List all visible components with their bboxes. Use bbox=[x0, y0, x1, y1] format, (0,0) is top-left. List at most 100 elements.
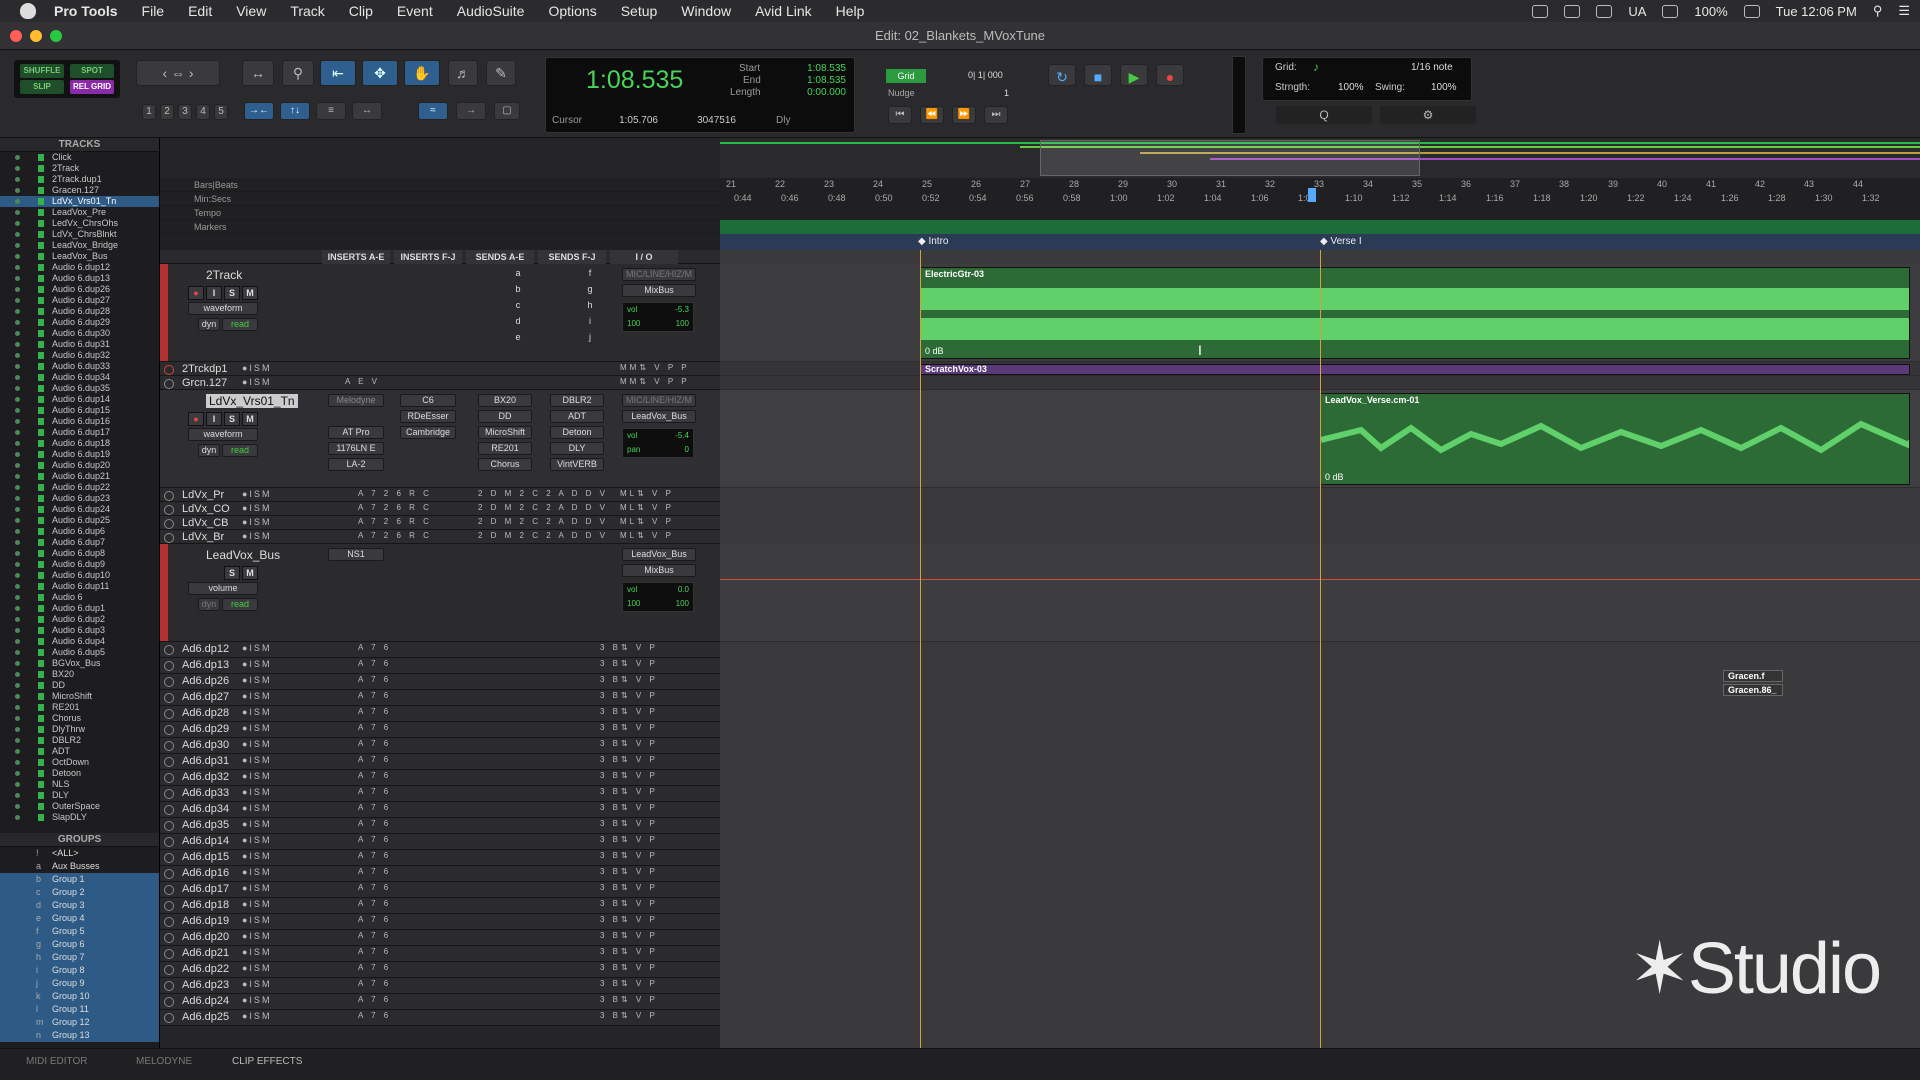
track-visibility-dot[interactable] bbox=[15, 254, 20, 259]
track-visibility-dot[interactable] bbox=[15, 441, 20, 446]
track-inserts[interactable]: A 7 6 bbox=[358, 675, 391, 684]
track-list-item[interactable]: Chorus bbox=[0, 713, 159, 724]
track-list-item[interactable]: 2Track.dup1 bbox=[0, 174, 159, 185]
track-row[interactable]: Ad6.dp18 ●ISM A 7 6 3 B⇅ V P bbox=[160, 898, 720, 914]
screen-icon[interactable] bbox=[1564, 4, 1581, 18]
send-g[interactable]: ADT bbox=[550, 410, 604, 423]
track-record-icon[interactable] bbox=[164, 1013, 174, 1023]
track-visibility-dot[interactable] bbox=[15, 749, 20, 754]
dropbox-icon[interactable] bbox=[1596, 4, 1613, 18]
marker-verse-1[interactable]: ◆ Verse I bbox=[1320, 236, 1362, 247]
track-row[interactable]: Ad6.dp21 ●ISM A 7 6 3 B⇅ V P bbox=[160, 946, 720, 962]
track-list-item[interactable]: Audio 6.dup11 bbox=[0, 581, 159, 592]
pan-left-value[interactable]: 100 bbox=[627, 319, 640, 328]
track-visibility-dot[interactable] bbox=[15, 606, 20, 611]
track-list-item[interactable]: Audio 6.dup3 bbox=[0, 625, 159, 636]
track-record-icon[interactable] bbox=[164, 805, 174, 815]
pan-right-value[interactable]: 100 bbox=[676, 319, 689, 328]
main-counter[interactable]: 1:08.535 bbox=[586, 66, 683, 95]
track-row[interactable]: Ad6.dp25 ●ISM A 7 6 3 B⇅ V P bbox=[160, 1010, 720, 1026]
mute-button[interactable]: M bbox=[242, 286, 258, 300]
track-flags[interactable]: ●ISM bbox=[242, 819, 271, 829]
col-io[interactable]: I / O bbox=[610, 250, 678, 264]
input-monitor-button[interactable]: I bbox=[206, 412, 222, 426]
start-value[interactable]: 1:08.535 bbox=[786, 63, 846, 74]
input-selector[interactable]: MIC/LINE/HIZ/M bbox=[622, 394, 696, 407]
send-j[interactable]: VintVERB bbox=[550, 458, 604, 471]
track-name[interactable]: LdVx_CB bbox=[182, 517, 228, 529]
track-record-icon[interactable] bbox=[164, 773, 174, 783]
trim-tool-icon[interactable]: ⇤ bbox=[320, 60, 356, 86]
track-list-item[interactable]: Audio 6.dup29 bbox=[0, 317, 159, 328]
insert-a[interactable]: NS1 bbox=[328, 548, 384, 561]
track-visibility-dot[interactable] bbox=[15, 562, 20, 567]
track-list-item[interactable]: Click bbox=[0, 152, 159, 163]
track-visibility-dot[interactable] bbox=[15, 705, 20, 710]
markers-ruler[interactable]: ◆ Intro ◆ Verse I bbox=[720, 234, 1920, 250]
track-row[interactable]: Ad6.dp30 ●ISM A 7 6 3 B⇅ V P bbox=[160, 738, 720, 754]
track-row[interactable]: Ad6.dp23 ●ISM A 7 6 3 B⇅ V P bbox=[160, 978, 720, 994]
track-row[interactable]: LdVx_CB ●ISM A 7 2 6 R C 2 D M 2 C 2 A D D … bbox=[160, 516, 720, 530]
track-record-icon[interactable] bbox=[164, 533, 174, 543]
track-visibility-dot[interactable] bbox=[15, 804, 20, 809]
track-record-icon[interactable] bbox=[164, 661, 174, 671]
track-record-icon[interactable] bbox=[164, 949, 174, 959]
send-c[interactable]: MicroShift bbox=[478, 426, 532, 439]
track-visibility-dot[interactable] bbox=[15, 782, 20, 787]
group-list-item[interactable]: f Group 5 bbox=[0, 925, 159, 938]
bars-beats-ruler[interactable]: 21 22 23 24 25 26 27 28 29 30 31 32 33 34 35 36 37 38 39 40… bbox=[720, 178, 1920, 192]
link-track-icon[interactable]: ↑↓ bbox=[280, 102, 310, 120]
track-name[interactable]: Ad6.dp35 bbox=[182, 819, 229, 831]
track-record-icon[interactable] bbox=[164, 757, 174, 767]
zoom-controls[interactable]: ‹ ⇔ › bbox=[136, 60, 220, 86]
track-visibility-dot[interactable] bbox=[15, 243, 20, 248]
menu-view[interactable]: View bbox=[236, 3, 266, 19]
track-row[interactable]: Ad6.dp22 ●ISM A 7 6 3 B⇅ V P bbox=[160, 962, 720, 978]
send-h[interactable]: h bbox=[584, 300, 596, 313]
track-row[interactable]: Ad6.dp34 ●ISM A 7 6 3 B⇅ V P bbox=[160, 802, 720, 818]
track-record-icon[interactable] bbox=[164, 885, 174, 895]
track-flags[interactable]: ●ISM bbox=[242, 707, 271, 717]
track-record-icon[interactable] bbox=[164, 837, 174, 847]
track-flags[interactable]: ●ISM bbox=[242, 659, 271, 669]
track-visibility-dot[interactable] bbox=[15, 309, 20, 314]
track-inserts[interactable]: A 7 2 6 R C bbox=[358, 489, 432, 498]
track-visibility-dot[interactable] bbox=[15, 419, 20, 424]
track-visibility-dot[interactable] bbox=[15, 331, 20, 336]
send-c[interactable]: c bbox=[512, 300, 524, 313]
send-g[interactable]: g bbox=[584, 284, 596, 297]
track-list-item[interactable]: LeadVox_Bridge bbox=[0, 240, 159, 251]
mute-button[interactable]: M bbox=[242, 566, 258, 580]
insert-f[interactable]: C6 bbox=[400, 394, 456, 407]
shuffle-mode-button[interactable]: SHUFFLE bbox=[20, 64, 64, 78]
send-i[interactable]: i bbox=[584, 316, 596, 329]
track-list-item[interactable]: Audio 6.dup12 bbox=[0, 262, 159, 273]
track-inserts[interactable]: A 7 2 6 R C bbox=[358, 531, 432, 540]
rewind-icon[interactable]: ⏪ bbox=[920, 106, 944, 124]
menu-edit[interactable]: Edit bbox=[188, 3, 212, 19]
track-flags[interactable]: ●ISM bbox=[242, 675, 271, 685]
track-list-item[interactable]: Audio 6.dup5 bbox=[0, 647, 159, 658]
track-visibility-dot[interactable] bbox=[15, 463, 20, 468]
track-inserts[interactable]: A 7 6 bbox=[358, 915, 391, 924]
track-row[interactable]: Ad6.dp27 ●ISM A 7 6 3 B⇅ V P bbox=[160, 690, 720, 706]
dyn-button[interactable]: dyn bbox=[198, 444, 220, 457]
track-visibility-dot[interactable] bbox=[15, 188, 20, 193]
selector-tool-icon[interactable]: ✥ bbox=[362, 60, 398, 86]
track-visibility-dot[interactable] bbox=[15, 617, 20, 622]
track-inserts[interactable]: A 7 6 bbox=[358, 771, 391, 780]
nudge-value[interactable]: 1 bbox=[1004, 88, 1009, 98]
clip-gracen-1[interactable]: Gracen.f bbox=[1723, 670, 1783, 682]
track-visibility-dot[interactable] bbox=[15, 540, 20, 545]
strength-value[interactable]: 100% bbox=[1338, 82, 1364, 93]
track-io[interactable]: 3 B⇅ V P bbox=[600, 915, 658, 924]
track-list-item[interactable]: Audio 6.dup33 bbox=[0, 361, 159, 372]
track-row[interactable]: LdVx_Br ●ISM A 7 2 6 R C 2 D M 2 C 2 A D D … bbox=[160, 530, 720, 544]
track-2track[interactable]: 2Track ● I S M waveform dyn read a b c d… bbox=[160, 264, 720, 362]
track-list-item[interactable]: SlapDLY bbox=[0, 812, 159, 823]
group-list-item[interactable]: b Group 1 bbox=[0, 873, 159, 886]
track-row[interactable]: Ad6.dp17 ●ISM A 7 6 3 B⇅ V P bbox=[160, 882, 720, 898]
track-list-item[interactable]: BX20 bbox=[0, 669, 159, 680]
col-inserts-fj[interactable]: INSERTS F-J bbox=[394, 250, 462, 264]
track-flags[interactable]: ●ISM bbox=[242, 979, 271, 989]
